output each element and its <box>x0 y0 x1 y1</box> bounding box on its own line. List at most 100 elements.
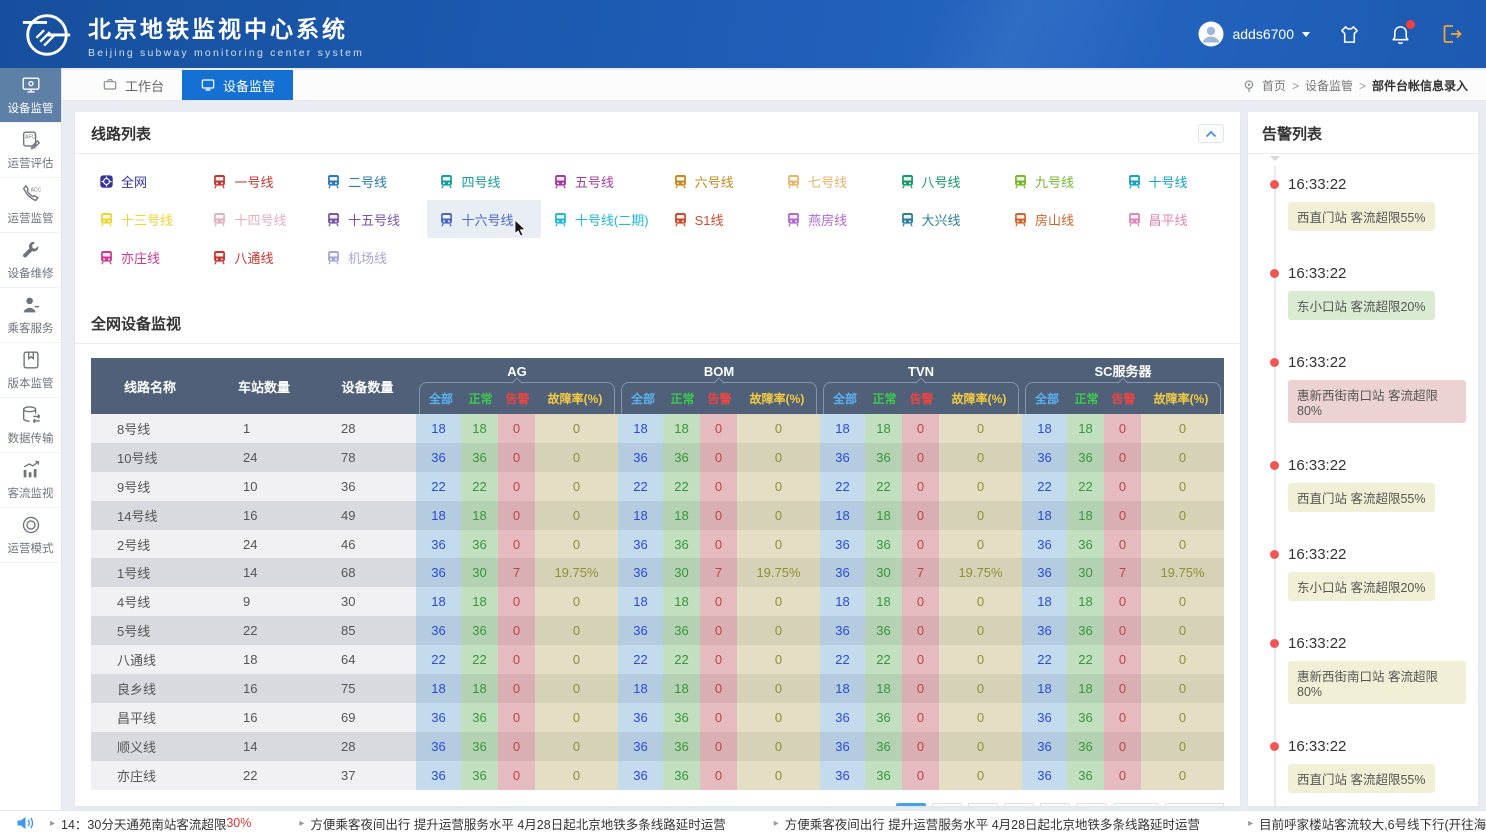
line-item[interactable]: 十五号线 <box>314 200 427 238</box>
tab-device-monitor[interactable]: 设备监管 <box>182 70 293 100</box>
sidebar-item-operation-supervision[interactable]: ACC 运营监管 <box>0 178 61 233</box>
table-row: 顺义线 14 28 36 36 0 0 36 36 0 0 36 36 0 0 … <box>91 732 1224 761</box>
line-item[interactable]: 八号线 <box>888 162 1001 200</box>
sidebar-item-device-repair[interactable]: 设备维修 <box>0 233 61 288</box>
user-menu[interactable]: adds6700 <box>1198 21 1310 47</box>
cell-tvn-all: 36 <box>820 732 865 761</box>
theme-button[interactable] <box>1338 23 1361 46</box>
cell-ag-all: 22 <box>416 645 461 674</box>
cell-sc-alarm: 0 <box>1104 674 1141 703</box>
notifications-button[interactable] <box>1389 23 1412 46</box>
line-item[interactable]: 十号线(二期) <box>541 200 661 238</box>
line-item[interactable]: 燕房线 <box>774 200 887 238</box>
line-item[interactable]: 十六号线 <box>427 200 540 238</box>
logout-button[interactable] <box>1440 22 1464 46</box>
cell-sc-normal: 18 <box>1067 414 1104 443</box>
line-item[interactable]: 十号线 <box>1115 162 1228 200</box>
cell-bom-alarm: 0 <box>700 587 737 616</box>
line-item[interactable]: 全网 <box>87 162 200 200</box>
line-item[interactable]: 五号线 <box>541 162 661 200</box>
cell-tvn-normal: 36 <box>865 616 902 645</box>
page-button[interactable]: 5 <box>1040 803 1070 806</box>
line-item[interactable]: 十三号线 <box>87 200 200 238</box>
subheader-alarm: 告警 <box>903 390 940 407</box>
alert-item[interactable]: 16:33:22 西直门站 客流超限55% <box>1288 457 1466 512</box>
rings-icon <box>20 514 42 536</box>
cell-sc-normal: 36 <box>1067 703 1104 732</box>
line-item[interactable]: 一号线 <box>200 162 313 200</box>
tab-workbench[interactable]: 工作台 <box>84 70 182 100</box>
cell-line-name: 亦庄线 <box>91 761 209 790</box>
group-subheader: 全部 正常 告警 故障率(%) <box>419 382 615 414</box>
line-item[interactable]: 四号线 <box>427 162 540 200</box>
line-item[interactable]: 六号线 <box>661 162 774 200</box>
sidebar-item-operation-mode[interactable]: 运营模式 <box>0 508 61 563</box>
alert-time: 16:33:22 <box>1288 457 1466 474</box>
cell-ag-fault-rate: 0 <box>535 472 618 501</box>
line-item[interactable]: 九号线 <box>1001 162 1114 200</box>
sidebar-item-version-supervision[interactable]: 版本监管 <box>0 343 61 398</box>
page-button[interactable]: 下一页 <box>1165 803 1224 806</box>
sidebar-item-operation-evaluation[interactable]: AFC 运营评估 <box>0 123 61 178</box>
cell-ag-normal: 18 <box>461 501 498 530</box>
line-item[interactable]: 亦庄线 <box>87 238 200 276</box>
cell-ag-normal: 18 <box>461 414 498 443</box>
alert-item[interactable]: 16:33:22 东小口站 客流超限20% <box>1288 546 1466 601</box>
breadcrumb-section[interactable]: 设备监管 <box>1305 77 1353 94</box>
line-label: S1线 <box>695 210 724 229</box>
alert-item[interactable]: 16:33:22 惠新西街南口站 客流超限80% <box>1288 354 1466 423</box>
device-table-body: 8号线 1 28 18 18 0 0 18 18 0 0 18 18 0 0 1… <box>91 414 1224 790</box>
line-item[interactable]: 房山线 <box>1001 200 1114 238</box>
column-header-line-name: 线路名称 <box>91 358 209 414</box>
sidebar-item-data-transfer[interactable]: 数据传输 <box>0 398 61 453</box>
sidebar-item-label: 运营监管 <box>8 210 54 226</box>
alert-item[interactable]: 16:33:22 东小口站 客流超限20% <box>1288 265 1466 320</box>
line-item[interactable]: 七号线 <box>774 162 887 200</box>
line-label: 六号线 <box>695 172 734 191</box>
cell-tvn-all: 36 <box>820 616 865 645</box>
train-icon <box>673 174 688 189</box>
page-button[interactable]: 末页 <box>1113 803 1159 806</box>
column-group-tvn: TVN 全部 正常 告警 故障率(%) <box>820 358 1022 414</box>
page-button[interactable]: ... <box>1076 803 1107 806</box>
breadcrumb-home[interactable]: 首页 <box>1262 77 1286 94</box>
cell-ag-fault-rate: 0 <box>535 414 618 443</box>
cell-ag-alarm: 0 <box>498 703 535 732</box>
cell-tvn-all: 36 <box>820 530 865 559</box>
cell-sc-normal: 22 <box>1067 472 1104 501</box>
line-item[interactable]: S1线 <box>661 200 774 238</box>
subheader-all: 全部 <box>824 390 866 407</box>
cell-sc-fault-rate: 0 <box>1141 472 1224 501</box>
line-item[interactable]: 十四号线 <box>200 200 313 238</box>
sidebar-item-passenger-flow-monitor[interactable]: 客流监视 <box>0 453 61 508</box>
page-button[interactable]: 2 <box>932 803 962 806</box>
app-title: 北京地铁监视中心系统 <box>88 10 364 44</box>
alert-item[interactable]: 16:33:22 惠新西街南口站 客流超限80% <box>1288 635 1466 704</box>
alert-item[interactable]: 16:33:22 西直门站 客流超限55% <box>1288 176 1466 231</box>
alert-badge: 惠新西街南口站 客流超限80% <box>1288 661 1466 704</box>
cell-bom-alarm: 0 <box>700 472 737 501</box>
cell-bom-all: 18 <box>618 587 663 616</box>
line-item[interactable]: 机场线 <box>314 238 427 276</box>
alert-item[interactable]: 16:33:22 西直门站 客流超限55% <box>1288 738 1466 793</box>
line-item[interactable]: 二号线 <box>314 162 427 200</box>
page-button[interactable]: 1 <box>896 803 926 806</box>
line-item[interactable]: 八通线 <box>200 238 313 276</box>
line-label: 二号线 <box>348 172 387 191</box>
sidebar-item-device-monitor[interactable]: 设备监管 <box>0 68 61 123</box>
line-item[interactable]: 大兴线 <box>888 200 1001 238</box>
line-item[interactable]: 昌平线 <box>1115 200 1228 238</box>
ticker-text: 方便乘客夜间出行 提升运营服务水平 4月28日起北京地铁多条线路延时运营 <box>310 814 725 833</box>
page-button[interactable]: 4 <box>1004 803 1034 806</box>
collapse-button[interactable] <box>1198 124 1224 143</box>
cell-station-count: 24 <box>209 530 319 559</box>
ticker-text: 14：30分天通苑南站客流超限 <box>61 814 226 833</box>
afc-document-icon: AFC <box>20 129 42 151</box>
cell-tvn-fault-rate: 0 <box>939 414 1022 443</box>
cell-sc-normal: 18 <box>1067 674 1104 703</box>
sidebar-item-label: 运营评估 <box>8 155 54 171</box>
cell-station-count: 16 <box>209 703 319 732</box>
page-button[interactable]: 3 <box>968 803 998 806</box>
sidebar-item-passenger-service[interactable]: 乘客服务 <box>0 288 61 343</box>
cell-tvn-alarm: 7 <box>902 558 939 587</box>
